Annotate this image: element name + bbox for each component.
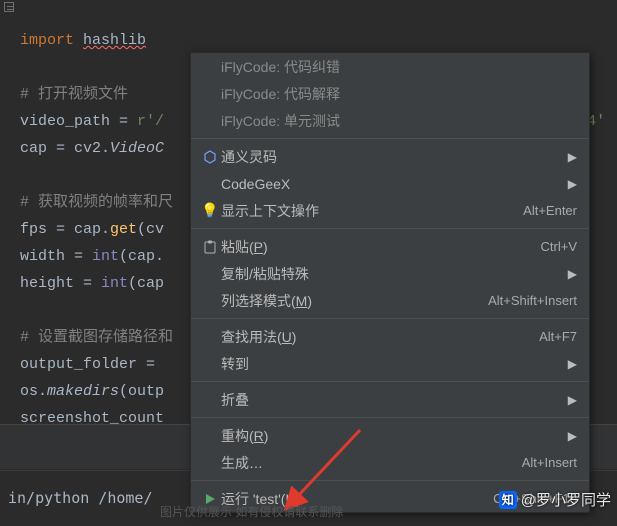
shortcut: Alt+Insert [522, 455, 577, 470]
menu-label: 粘贴(P) [221, 237, 541, 257]
submenu-arrow-icon: ▶ [568, 267, 577, 281]
menu-label: CodeGeeX [221, 176, 560, 192]
menu-separator [191, 228, 589, 229]
menu-label: 重构(R) [221, 426, 560, 446]
menu-generate[interactable]: 生成…Alt+Insert [191, 449, 589, 476]
menu-separator [191, 138, 589, 139]
shortcut: Alt+Shift+Insert [488, 293, 577, 308]
menu-ifly-explain[interactable]: iFlyCode: 代码解释 [191, 80, 589, 107]
expr: (cv [137, 221, 164, 238]
menu-label: 通义灵码 [221, 147, 560, 167]
context-menu: iFlyCode: 代码纠错 iFlyCode: 代码解释 iFlyCode: … [190, 52, 590, 513]
menu-ifly-unittest[interactable]: iFlyCode: 单元测试 [191, 107, 589, 134]
menu-label: 查找用法(U) [221, 327, 539, 347]
menu-refactor[interactable]: 重构(R) ▶ [191, 422, 589, 449]
shortcut: Alt+Enter [523, 203, 577, 218]
menu-label: 生成… [221, 453, 522, 473]
tongyi-icon [199, 150, 221, 164]
submenu-arrow-icon: ▶ [568, 429, 577, 443]
menu-label: iFlyCode: 代码纠错 [221, 57, 577, 77]
expr: output_folder = [20, 356, 155, 373]
keyword-import: import [20, 32, 74, 49]
menu-tongyi[interactable]: 通义灵码 ▶ [191, 143, 589, 170]
string: r'/ [137, 113, 164, 130]
menu-fold[interactable]: 折叠 ▶ [191, 386, 589, 413]
watermark: 知 @罗小罗同学 [499, 489, 611, 510]
menu-label: 显示上下文操作 [221, 201, 523, 221]
run-output-text: in/python /home/ [8, 489, 153, 507]
menu-label: 转到 [221, 354, 560, 374]
menu-codegeex[interactable]: CodeGeeX ▶ [191, 170, 589, 197]
expr: (cap. [119, 248, 164, 265]
var-video-path: video_path = [20, 113, 137, 130]
submenu-arrow-icon: ▶ [568, 177, 577, 191]
module-hashlib: hashlib [83, 32, 146, 49]
ident: VideoC [110, 140, 164, 157]
expr: (cap [128, 275, 164, 292]
shortcut: Alt+F7 [539, 329, 577, 344]
builtin-int: int [101, 275, 128, 292]
bulb-icon: 💡 [199, 202, 221, 219]
method-get: get [110, 221, 137, 238]
method-makedirs: makedirs [47, 383, 119, 400]
submenu-arrow-icon: ▶ [568, 393, 577, 407]
gutter-fold-icon[interactable] [4, 2, 14, 12]
zhihu-icon: 知 [499, 491, 517, 509]
comment: # 获取视频的帧率和尺 [20, 194, 173, 211]
menu-separator [191, 381, 589, 382]
menu-paste[interactable]: 粘贴(P)Ctrl+V [191, 233, 589, 260]
expr: height = [20, 275, 101, 292]
expr: width = [20, 248, 92, 265]
builtin-int: int [92, 248, 119, 265]
expr: os. [20, 383, 47, 400]
clipboard-icon [199, 240, 221, 254]
expr: fps = cap. [20, 221, 110, 238]
menu-find-usages[interactable]: 查找用法(U)Alt+F7 [191, 323, 589, 350]
shortcut: Ctrl+V [541, 239, 577, 254]
menu-column-select[interactable]: 列选择模式(M)Alt+Shift+Insert [191, 287, 589, 314]
menu-ifly-fix[interactable]: iFlyCode: 代码纠错 [191, 53, 589, 80]
submenu-arrow-icon: ▶ [568, 150, 577, 164]
footer-note: 图片仅供展示 如有侵权请联系删除 [160, 503, 343, 520]
menu-label: 复制/粘贴特殊 [221, 264, 560, 284]
expr: (outp [119, 383, 164, 400]
menu-label: iFlyCode: 单元测试 [221, 111, 577, 131]
menu-separator [191, 318, 589, 319]
menu-label: iFlyCode: 代码解释 [221, 84, 577, 104]
menu-label: 列选择模式(M) [221, 291, 488, 311]
comment: # 设置截图存储路径和 [20, 329, 173, 346]
comment: # 打开视频文件 [20, 86, 128, 103]
menu-label: 折叠 [221, 390, 560, 410]
watermark-text: @罗小罗同学 [521, 489, 611, 510]
menu-goto[interactable]: 转到 ▶ [191, 350, 589, 377]
submenu-arrow-icon: ▶ [568, 357, 577, 371]
menu-separator [191, 417, 589, 418]
menu-show-context-actions[interactable]: 💡 显示上下文操作Alt+Enter [191, 197, 589, 224]
menu-separator [191, 480, 589, 481]
menu-copy-paste-special[interactable]: 复制/粘贴特殊 ▶ [191, 260, 589, 287]
expr: cap = cv2. [20, 140, 110, 157]
